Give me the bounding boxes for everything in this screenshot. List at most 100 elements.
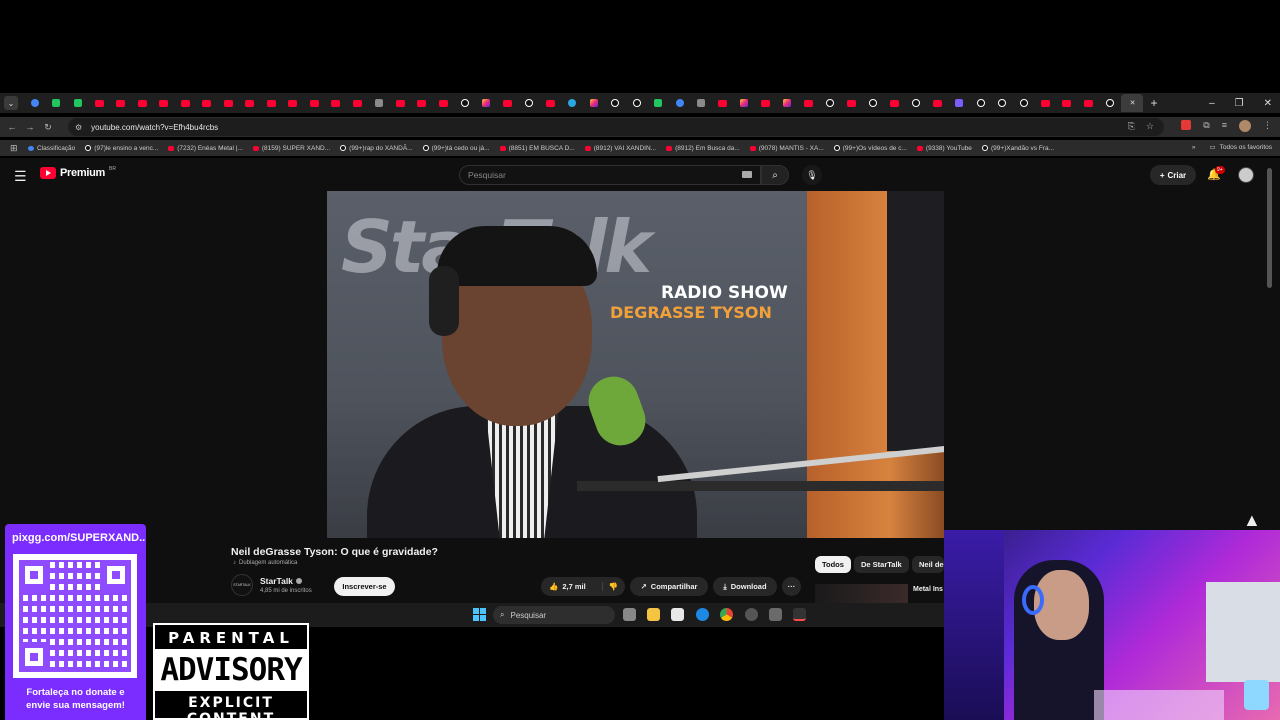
browser-tab[interactable]	[669, 94, 691, 112]
browser-tab[interactable]	[777, 94, 799, 112]
bookmark-item[interactable]: (8912) Em Busca da...	[666, 145, 740, 152]
dislike-button[interactable]: 👎	[601, 582, 618, 591]
browser-tab[interactable]	[540, 94, 562, 112]
close-window-button[interactable]: ✕	[1264, 98, 1272, 109]
search-input[interactable]: Pesquisar	[459, 165, 761, 185]
extension-icon[interactable]	[1181, 120, 1192, 130]
keyboard-icon[interactable]	[742, 171, 752, 178]
bookmark-item[interactable]: (9078) MANTIS - XA...	[749, 145, 824, 152]
browser-tab[interactable]	[411, 94, 433, 112]
browser-tab[interactable]	[734, 94, 756, 112]
file-explorer-icon[interactable]	[647, 608, 660, 621]
maximize-button[interactable]: ❐	[1235, 98, 1244, 109]
bookmark-item[interactable]: (8912) VAI XANDIN...	[584, 145, 656, 152]
browser-tab[interactable]	[261, 94, 283, 112]
taskbar-search[interactable]: ⌕ Pesquisar	[493, 606, 615, 624]
install-app-icon[interactable]: ⎘	[1128, 121, 1135, 132]
browser-tab[interactable]	[132, 94, 154, 112]
browser-tab[interactable]	[196, 94, 218, 112]
minimize-button[interactable]: –	[1209, 98, 1215, 109]
tab-search-button[interactable]: ⌄	[4, 96, 18, 110]
like-button[interactable]: 👍 2,7 mil	[549, 582, 586, 591]
browser-tab[interactable]	[46, 94, 68, 112]
bookmark-item[interactable]: (99+)rap do XANDÃ...	[340, 145, 413, 152]
recommended-title[interactable]: Metal Ins	[913, 586, 943, 593]
browser-tab[interactable]	[218, 94, 240, 112]
browser-tab[interactable]	[841, 94, 863, 112]
youtube-logo[interactable]: Premium BR	[40, 166, 116, 179]
page-scrollbar[interactable]	[1267, 168, 1272, 288]
browser-tab[interactable]	[992, 94, 1014, 112]
settings-gear-icon[interactable]	[769, 608, 782, 621]
bookmarks-overflow-button[interactable]: »	[1192, 144, 1196, 151]
bookmark-item[interactable]: (99+)Xandão vs Fra...	[981, 145, 1054, 152]
extensions-puzzle-icon[interactable]: ⧉	[1203, 120, 1209, 132]
bookmark-item[interactable]: (7232) Enéas Metal |...	[168, 145, 243, 152]
browser-tab[interactable]	[562, 94, 584, 112]
download-button[interactable]: ⤓ Download	[713, 577, 777, 596]
browser-tab[interactable]	[906, 94, 928, 112]
browser-tab[interactable]	[1078, 94, 1100, 112]
browser-tab[interactable]	[949, 94, 971, 112]
bookmark-item[interactable]: (8851) EM BUSCA D...	[499, 145, 575, 152]
browser-tab[interactable]	[798, 94, 820, 112]
apps-grid-icon[interactable]: ⊞	[10, 143, 20, 154]
browser-tab[interactable]	[67, 94, 89, 112]
streaming-app-icon[interactable]	[793, 608, 806, 621]
new-tab-button[interactable]: +	[1151, 96, 1158, 110]
channel-avatar[interactable]: STARTALK	[231, 574, 253, 596]
bookmark-item[interactable]: Classificação	[28, 145, 75, 152]
browser-tab[interactable]	[1035, 94, 1057, 112]
channel-name-link[interactable]: StarTalk	[260, 576, 302, 586]
browser-menu-icon[interactable]: ⋮	[1263, 120, 1272, 132]
subscribe-button[interactable]: Inscrever-se	[334, 577, 395, 596]
chip-from-channel[interactable]: De StarTalk	[854, 556, 909, 573]
browser-tab[interactable]	[325, 94, 347, 112]
browser-tab[interactable]	[884, 94, 906, 112]
browser-tab[interactable]	[347, 94, 369, 112]
media-control-icon[interactable]: ≡	[1222, 120, 1227, 132]
browser-tab[interactable]	[1056, 94, 1078, 112]
browser-tab[interactable]	[433, 94, 455, 112]
more-actions-button[interactable]: ···	[782, 577, 801, 596]
back-icon[interactable]: ←	[3, 122, 21, 132]
browser-tab[interactable]	[476, 94, 498, 112]
browser-tab[interactable]	[390, 94, 412, 112]
browser-tab[interactable]	[1099, 94, 1121, 112]
bookmark-item[interactable]: (99+)tá cedo ou já...	[422, 145, 490, 152]
browser-tab[interactable]	[755, 94, 777, 112]
site-info-icon[interactable]: ⚙	[75, 123, 82, 132]
task-view-icon[interactable]	[623, 608, 636, 621]
store-icon[interactable]	[671, 608, 684, 621]
browser-tab[interactable]	[691, 94, 713, 112]
browser-tab[interactable]	[454, 94, 476, 112]
bookmark-star-icon[interactable]: ☆	[1146, 121, 1154, 132]
browser-tab[interactable]	[89, 94, 111, 112]
browser-tab[interactable]	[927, 94, 949, 112]
chip-related[interactable]: Neil de	[912, 556, 944, 573]
windows-start-icon[interactable]	[473, 608, 486, 621]
browser-tab[interactable]	[820, 94, 842, 112]
edge-icon[interactable]	[696, 608, 709, 621]
browser-tab[interactable]	[519, 94, 541, 112]
video-player[interactable]: StarTalk RADIO SHOW DEGRASSE TYSON	[327, 191, 944, 538]
browser-tab[interactable]	[863, 94, 885, 112]
recommended-thumbnail[interactable]	[815, 584, 908, 603]
chrome-icon[interactable]	[720, 608, 733, 621]
create-button[interactable]: + Criar	[1150, 165, 1196, 185]
browser-tab[interactable]	[239, 94, 261, 112]
close-tab-icon[interactable]: ✕	[1130, 99, 1136, 107]
reload-icon[interactable]: ↻	[39, 122, 57, 133]
share-button[interactable]: ↗ Compartilhar	[630, 577, 708, 596]
browser-tab[interactable]	[583, 94, 605, 112]
browser-tab[interactable]	[626, 94, 648, 112]
browser-tab[interactable]	[712, 94, 734, 112]
browser-tab[interactable]	[497, 94, 519, 112]
browser-tab[interactable]: ✕	[1120, 94, 1143, 112]
chip-all[interactable]: Todos	[815, 556, 851, 573]
bookmark-item[interactable]: (8159) SUPER XAND...	[252, 145, 330, 152]
browser-tab[interactable]	[175, 94, 197, 112]
browser-tab[interactable]	[368, 94, 390, 112]
voice-search-button[interactable]: 🎙	[802, 165, 822, 185]
browser-tab[interactable]	[304, 94, 326, 112]
